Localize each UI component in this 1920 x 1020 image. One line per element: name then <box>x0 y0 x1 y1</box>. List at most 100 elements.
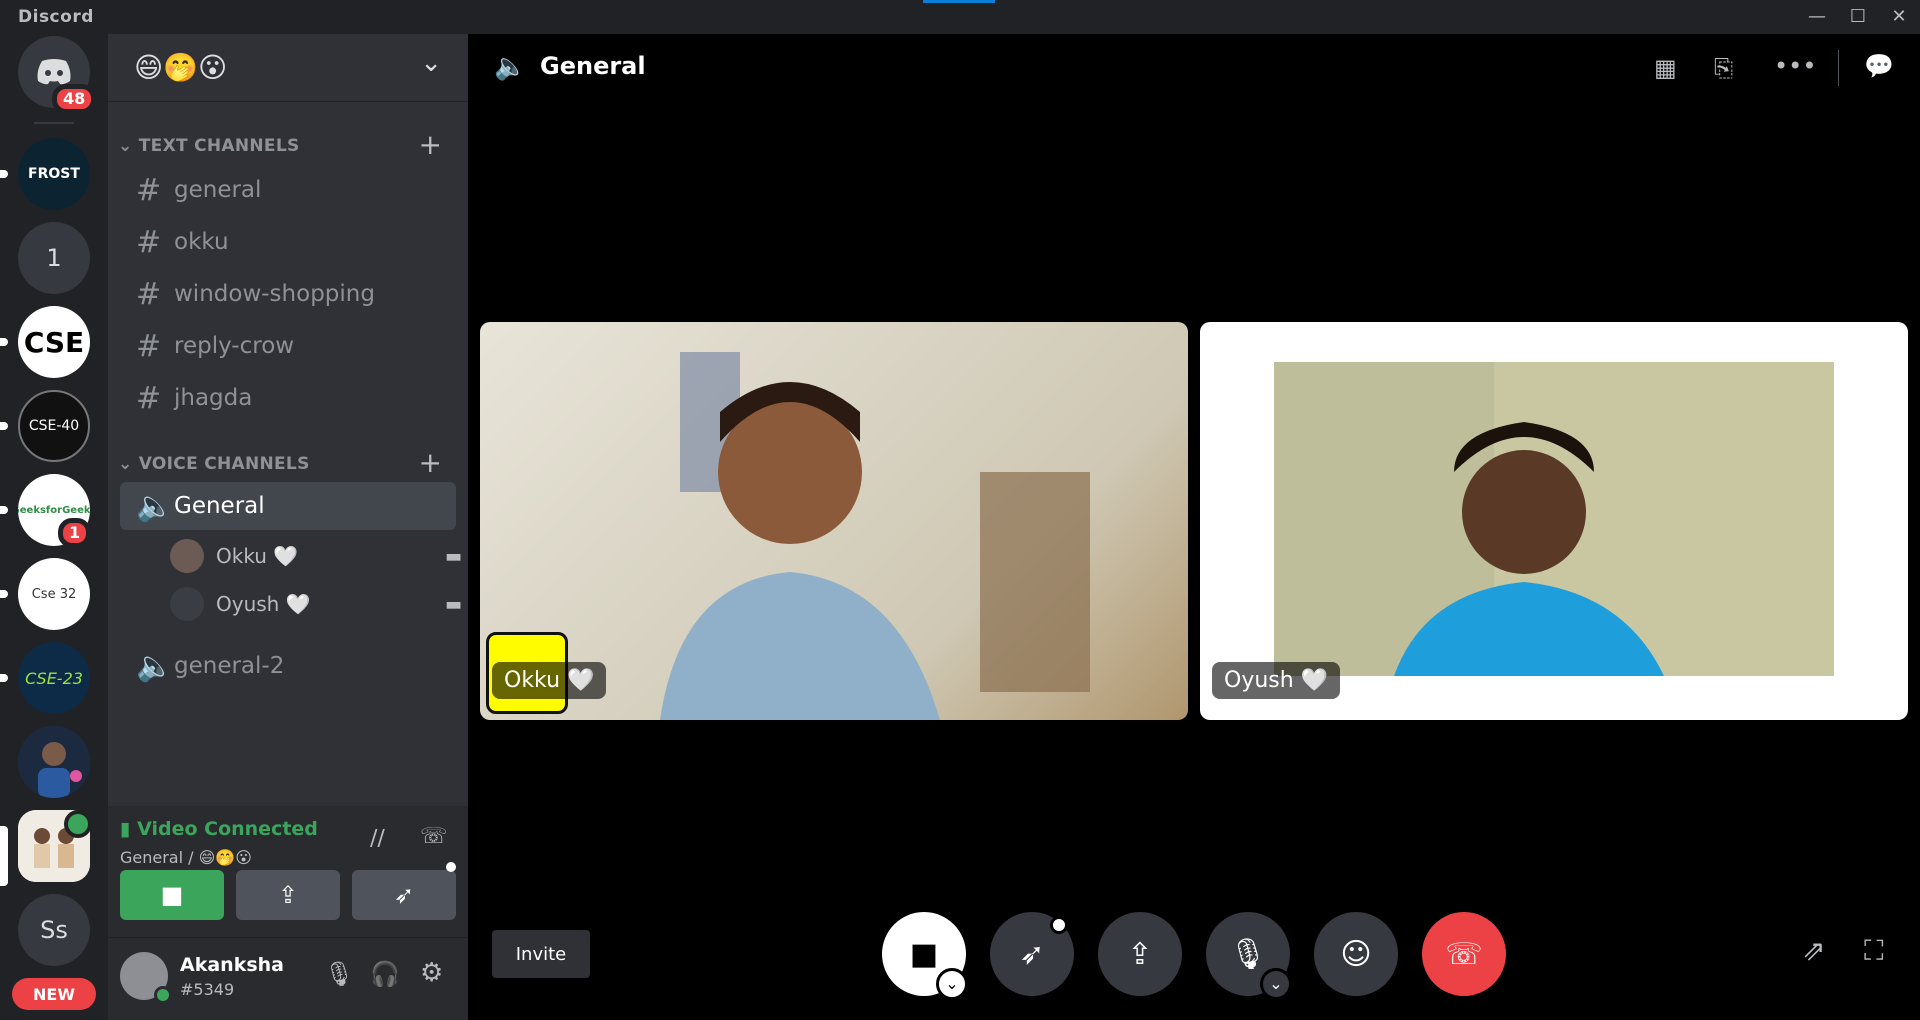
smiley-icon: ☺ <box>1340 936 1372 972</box>
headphones-icon[interactable]: 🎧 <box>370 960 400 988</box>
microphone-icon: 🎙 <box>1228 936 1268 972</box>
server-cse-23[interactable]: CSE-23 <box>18 642 90 714</box>
online-status-icon <box>154 986 172 1004</box>
server-1[interactable]: 1 <box>18 222 90 294</box>
participant-name: Oyush 🤍 <box>1212 662 1341 699</box>
chevron-down-icon[interactable]: ⌄ <box>1260 968 1292 1000</box>
avatar <box>170 587 204 621</box>
signal-icon: ▮ <box>120 818 131 840</box>
notification-dot <box>1050 916 1068 934</box>
chat-icon[interactable]: 💬 <box>1864 52 1894 80</box>
server-ss[interactable]: Ss <box>18 894 90 966</box>
unread-pill <box>0 674 8 682</box>
voice-member-okku[interactable]: Okku 🤍 ▬ <box>170 536 470 576</box>
separator <box>34 122 74 124</box>
app-title: Discord <box>18 7 94 27</box>
video-camera-icon: ▬ <box>444 545 462 567</box>
avatar <box>170 539 204 573</box>
video-call-area: 🔈 General ▦ ⎘ ••• 💬 Okku 🤍 Oyush 🤍 Invit… <box>468 34 1920 1020</box>
user-panel: Akanksha #5349 🎙 🎧 ⚙ <box>108 938 468 1020</box>
mention-badge: 1 <box>58 518 92 548</box>
divider <box>1838 50 1839 86</box>
person-avatar-icon <box>18 726 90 798</box>
username: Akanksha <box>180 954 284 976</box>
voice-channel-general[interactable]: 🔈 General <box>120 482 456 530</box>
unread-pill <box>0 338 8 346</box>
channel-jhagda[interactable]: # jhagda <box>120 374 456 422</box>
screen-share-button[interactable]: ⇪ <box>236 870 340 920</box>
server-cse-40[interactable]: CSE-40 <box>18 390 90 462</box>
title-bar: Discord — ☐ ✕ <box>0 0 1920 34</box>
video-feed-oyush <box>1274 362 1834 676</box>
invite-button[interactable]: Invite <box>492 930 590 978</box>
hash-icon: # <box>136 172 162 208</box>
more-icon[interactable]: ••• <box>1774 52 1816 80</box>
screen-share-control-button[interactable]: ⇪ <box>1098 912 1182 996</box>
maximize-button[interactable]: ☐ <box>1845 4 1871 30</box>
unread-pill <box>0 506 8 514</box>
channel-sidebar: 😄🤭😮 ⌄ ⌄ TEXT CHANNELS + # general # okku #… <box>108 34 468 1020</box>
chevron-down-icon[interactable]: ⌄ <box>936 968 968 1000</box>
rocket-icon: ➶ <box>393 881 415 909</box>
channel-reply-crow[interactable]: # reply-crow <box>120 322 456 370</box>
pop-out-icon[interactable]: ⇗ <box>1802 934 1825 967</box>
server-avatar-1[interactable] <box>18 726 90 798</box>
server-cse[interactable]: CSE <box>18 306 90 378</box>
locked-hash-icon: # <box>136 224 162 260</box>
video-tile-oyush[interactable]: Oyush 🤍 <box>1200 322 1908 720</box>
mention-badge: 48 <box>52 84 97 114</box>
grid-layout-icon[interactable]: ▦ <box>1654 54 1677 82</box>
add-channel-icon[interactable]: + <box>419 128 442 161</box>
unread-pill <box>0 422 8 430</box>
rocket-icon: ➶ <box>1019 936 1045 972</box>
selected-pill <box>0 826 8 886</box>
video-button[interactable]: ■ <box>120 870 224 920</box>
video-tile-okku[interactable]: Okku 🤍 <box>480 322 1188 720</box>
disconnect-icon[interactable]: ☏ <box>420 824 448 849</box>
minimize-button[interactable]: — <box>1804 4 1830 30</box>
hash-icon: # <box>136 328 162 364</box>
emoji-button[interactable]: ☺ <box>1314 912 1398 996</box>
video-camera-icon: ■ <box>909 936 939 972</box>
server-cse-32[interactable]: Cse 32 <box>18 558 90 630</box>
category-voice-channels[interactable]: ⌄ VOICE CHANNELS <box>118 454 310 474</box>
category-text-channels[interactable]: ⌄ TEXT CHANNELS <box>118 136 300 156</box>
video-camera-icon: ■ <box>160 881 184 909</box>
server-frost[interactable]: FROST <box>18 138 90 210</box>
video-feed-okku <box>660 352 1090 720</box>
channel-header: 🔈 General ▦ ⎘ ••• 💬 <box>468 34 1920 102</box>
connection-status: ▮ Video Connected <box>120 818 318 840</box>
guild-name: 😄🤭😮 <box>134 51 228 84</box>
notification-dot <box>446 862 456 872</box>
add-voice-channel-icon[interactable]: + <box>419 446 442 479</box>
voice-member-oyush[interactable]: Oyush 🤍 ▬ <box>170 584 470 624</box>
new-badge[interactable]: NEW <box>12 978 96 1010</box>
update-indicator <box>923 0 995 3</box>
channel-okku[interactable]: # okku <box>120 218 456 266</box>
close-button[interactable]: ✕ <box>1886 4 1912 30</box>
screen-share-icon: ⇪ <box>1127 936 1153 972</box>
channel-general[interactable]: # general <box>120 166 456 214</box>
hang-up-icon: ☏ <box>1445 936 1483 972</box>
gear-icon[interactable]: ⚙ <box>420 958 443 988</box>
speaker-icon: 🔈 <box>494 52 527 82</box>
video-active-icon <box>64 810 92 838</box>
inbox-icon[interactable]: ⎘ <box>1714 54 1733 82</box>
microphone-icon[interactable]: 🎙 <box>324 960 354 988</box>
voice-channel-general-2[interactable]: 🔈 general-2 <box>120 642 456 690</box>
discord-logo-icon <box>37 59 71 85</box>
user-tag: #5349 <box>180 980 235 999</box>
hash-icon: # <box>136 380 162 416</box>
chevron-down-icon[interactable]: ⌄ <box>420 48 442 78</box>
noise-suppression-icon[interactable]: ∕∕ <box>370 826 385 851</box>
server-list: 48 FROST 1 CSE CSE-40 GeeksforGeeks 1 Cs… <box>0 34 108 1020</box>
hash-icon: # <box>136 276 162 312</box>
guild-header[interactable]: 😄🤭😮 ⌄ <box>108 34 468 102</box>
channel-title: General <box>540 52 646 80</box>
fullscreen-icon[interactable]: ⛶ <box>1864 934 1884 968</box>
speaker-icon: 🔈 <box>136 488 174 524</box>
connection-location[interactable]: General / 😄🤭😮 <box>120 848 252 867</box>
disconnect-button[interactable]: ☏ <box>1422 912 1506 996</box>
activity-button[interactable]: ➶ <box>352 870 456 920</box>
channel-window-shopping[interactable]: # window-shopping <box>120 270 456 318</box>
